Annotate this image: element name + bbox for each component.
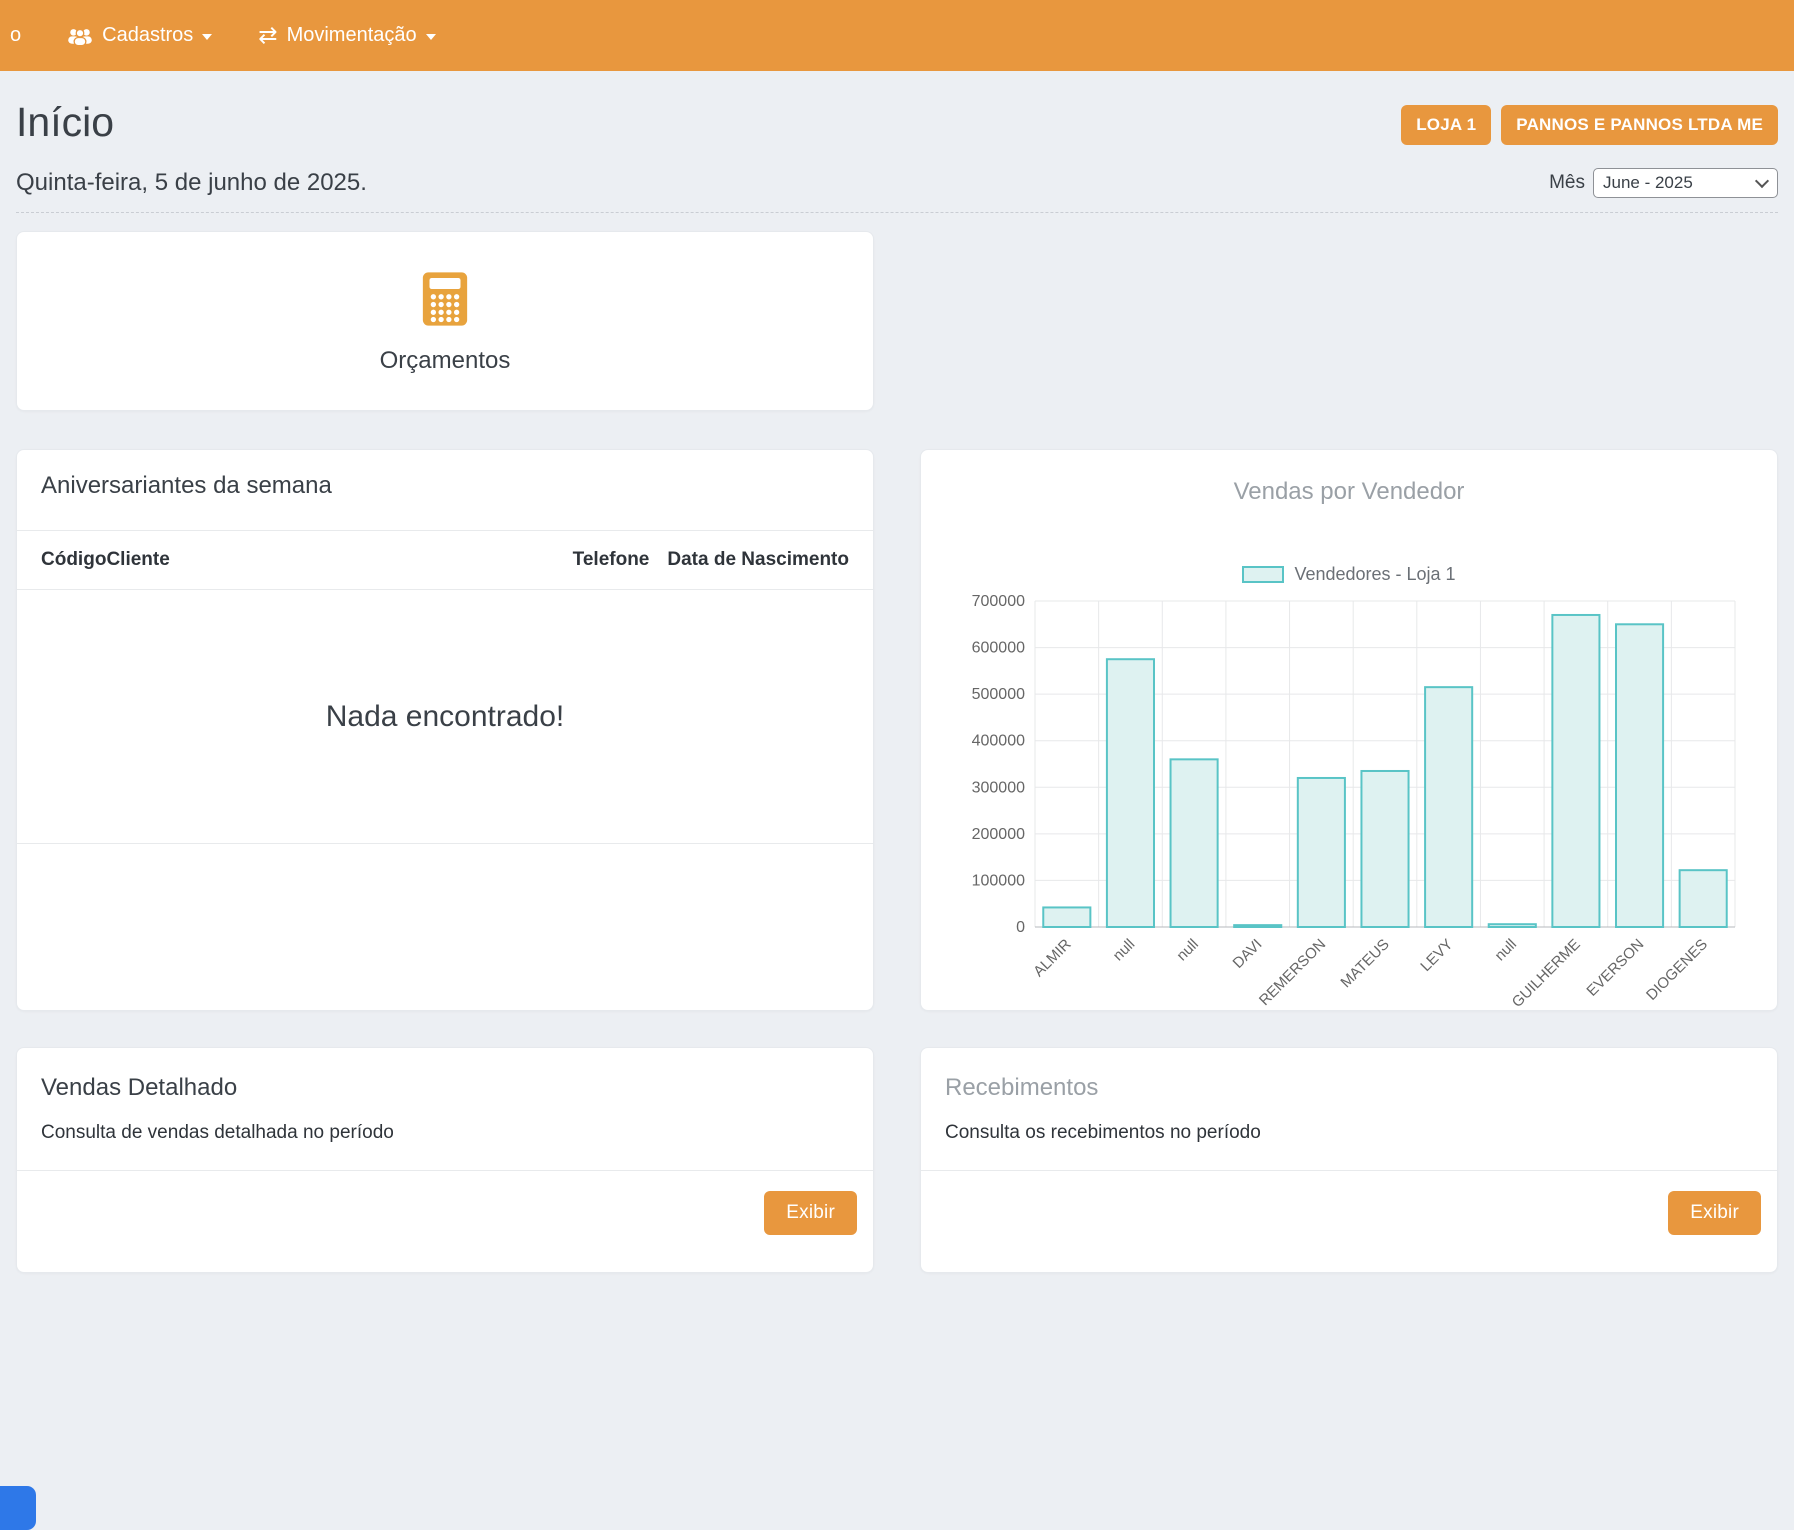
svg-text:DAVI: DAVI [1230, 936, 1266, 972]
column-header-codigo: Código [41, 549, 106, 571]
nav-item-partial[interactable]: o [10, 24, 21, 47]
legend-label: Vendedores - Loja 1 [1294, 564, 1455, 585]
month-label: Mês [1549, 172, 1585, 194]
birthdays-title: Aniversariantes da semana [41, 472, 849, 500]
vendas-detalhado-title: Vendas Detalhado [41, 1074, 849, 1102]
recebimentos-description: Consulta os recebimentos no período [945, 1122, 1753, 1144]
svg-text:EVERSON: EVERSON [1583, 936, 1647, 1000]
page-title: Início [16, 99, 114, 146]
chevron-down-icon [1755, 173, 1769, 187]
sales-chart-card: Vendas por Vendedor Vendedores - Loja 1 … [920, 449, 1778, 1011]
svg-text:700000: 700000 [972, 593, 1025, 610]
birthdays-table-header: Código Cliente Telefone Data de Nascimen… [17, 531, 873, 589]
nav-item-label: Movimentação [287, 24, 417, 47]
birthdays-card: Aniversariantes da semana Código Cliente… [16, 449, 874, 1011]
current-date-text: Quinta-feira, 5 de junho de 2025. [16, 169, 367, 197]
empty-state-text: Nada encontrado! [326, 700, 565, 734]
svg-text:200000: 200000 [972, 826, 1025, 843]
chevron-down-icon [202, 34, 212, 40]
recebimentos-card: Recebimentos Consulta os recebimentos no… [920, 1047, 1778, 1273]
svg-text:REMERSON: REMERSON [1256, 936, 1329, 1009]
vendas-exibir-button[interactable]: Exibir [764, 1191, 857, 1235]
chart-title: Vendas por Vendedor [949, 478, 1749, 506]
svg-text:ALMIR: ALMIR [1030, 936, 1075, 981]
svg-text:100000: 100000 [972, 872, 1025, 889]
svg-text:500000: 500000 [972, 686, 1025, 703]
calculator-icon [414, 268, 476, 335]
svg-text:300000: 300000 [972, 779, 1025, 796]
floating-corner-button[interactable] [0, 1486, 36, 1530]
date-row: Quinta-feira, 5 de junho de 2025. Mês Ju… [16, 168, 1778, 198]
transfer-icon: ⇄ [258, 24, 277, 47]
orcamentos-tile[interactable]: Orçamentos [16, 231, 874, 411]
legend-swatch [1242, 566, 1284, 583]
vendas-detalhado-card: Vendas Detalhado Consulta de vendas deta… [16, 1047, 874, 1273]
column-header-telefone: Telefone [573, 549, 650, 571]
month-select[interactable]: June - 2025 [1593, 168, 1778, 198]
vendas-detalhado-description: Consulta de vendas detalhada no período [41, 1122, 849, 1144]
divider [17, 843, 873, 844]
svg-text:GUILHERME: GUILHERME [1509, 936, 1584, 1011]
svg-text:MATEUS: MATEUS [1337, 936, 1392, 991]
dashed-separator [16, 212, 1778, 213]
svg-text:0: 0 [1016, 919, 1025, 936]
nav-item-cadastros[interactable]: Cadastros [67, 24, 212, 47]
svg-text:null: null [1173, 936, 1202, 965]
users-icon [67, 26, 93, 46]
column-header-cliente: Cliente [106, 549, 169, 571]
svg-text:null: null [1492, 936, 1521, 965]
month-select-value: June - 2025 [1603, 173, 1693, 193]
recebimentos-exibir-button[interactable]: Exibir [1668, 1191, 1761, 1235]
nav-item-movimentacao[interactable]: ⇄ Movimentação [258, 24, 435, 47]
svg-text:LEVY: LEVY [1417, 936, 1456, 975]
sales-chart: 0 100000 200000 300000 400000 500000 600000 700… [949, 591, 1749, 1023]
recebimentos-title: Recebimentos [945, 1074, 1753, 1102]
svg-text:600000: 600000 [972, 640, 1025, 657]
svg-text:DIOGENES: DIOGENES [1643, 936, 1711, 1004]
store-button[interactable]: LOJA 1 [1401, 105, 1491, 145]
chart-legend[interactable]: Vendedores - Loja 1 [949, 564, 1749, 585]
svg-text:400000: 400000 [972, 733, 1025, 750]
page-header: Início LOJA 1 PANNOS E PANNOS LTDA ME [16, 71, 1778, 152]
column-header-nascimento: Data de Nascimento [667, 549, 849, 571]
nav-item-label: Cadastros [102, 24, 193, 47]
company-button[interactable]: PANNOS E PANNOS LTDA ME [1501, 105, 1778, 145]
chevron-down-icon [426, 34, 436, 40]
svg-text:null: null [1110, 936, 1139, 965]
orcamentos-label: Orçamentos [380, 347, 511, 375]
top-navbar: o Cadastros ⇄ Movimentação [0, 0, 1794, 71]
